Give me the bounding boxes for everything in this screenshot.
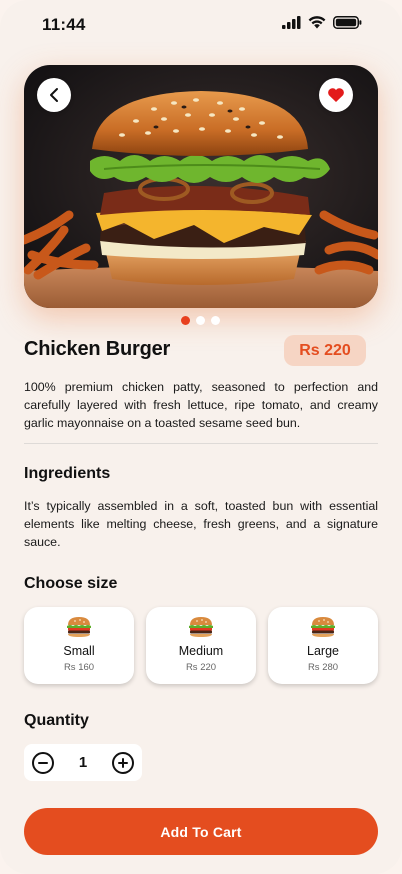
battery-icon — [333, 16, 362, 29]
product-title: Chicken Burger — [24, 338, 171, 360]
minus-icon — [38, 761, 48, 764]
size-name: Large — [307, 644, 339, 658]
ingredients-heading: Ingredients — [24, 465, 111, 482]
wifi-icon — [308, 16, 326, 29]
size-name: Medium — [178, 644, 224, 658]
decrease-quantity-button[interactable] — [32, 751, 54, 774]
carousel-dot[interactable] — [211, 316, 220, 325]
size-price: Rs 280 — [307, 662, 339, 673]
carousel-dot[interactable] — [181, 316, 190, 325]
size-name: Small — [63, 644, 95, 658]
size-heading: Choose size — [24, 575, 118, 592]
status-time: 11:44 — [42, 15, 86, 34]
burger-icon — [189, 617, 213, 637]
price-badge: Rs 220 — [284, 335, 366, 366]
add-to-cart-button[interactable]: Add To Cart — [24, 808, 378, 855]
burger-icon — [67, 617, 91, 637]
ingredients-text: It’s typically assembled in a soft, toas… — [24, 499, 378, 549]
quantity-heading: Quantity — [24, 712, 89, 729]
product-detail-screen: 11:44 Chicken Burger Rs 220 100% premium… — [0, 0, 402, 874]
signal-icon — [282, 16, 301, 29]
plus-icon — [118, 757, 128, 768]
product-image-carousel[interactable] — [24, 65, 378, 308]
status-bar: 11:44 — [0, 0, 402, 50]
size-option-medium[interactable]: Medium Rs 220 — [146, 607, 256, 684]
size-option-large[interactable]: Large Rs 280 — [268, 607, 378, 684]
size-option-small[interactable]: Small Rs 160 — [24, 607, 134, 684]
size-price: Rs 220 — [185, 662, 217, 673]
favorite-button[interactable] — [319, 78, 353, 112]
quantity-value: 1 — [78, 754, 88, 771]
carousel-indicator — [181, 316, 220, 325]
size-price: Rs 160 — [63, 662, 95, 673]
product-description: 100% premium chicken patty, seasoned to … — [24, 380, 378, 430]
heart-icon — [328, 88, 344, 102]
divider — [24, 443, 378, 444]
status-icons — [282, 16, 362, 29]
quantity-stepper: 1 — [24, 744, 142, 781]
back-chevron-icon — [50, 88, 58, 102]
carousel-dot[interactable] — [196, 316, 205, 325]
back-button[interactable] — [37, 78, 71, 112]
burger-icon — [311, 617, 335, 637]
increase-quantity-button[interactable] — [112, 751, 134, 774]
size-options: Small Rs 160 Medium Rs 220 Large Rs 280 — [24, 607, 378, 684]
